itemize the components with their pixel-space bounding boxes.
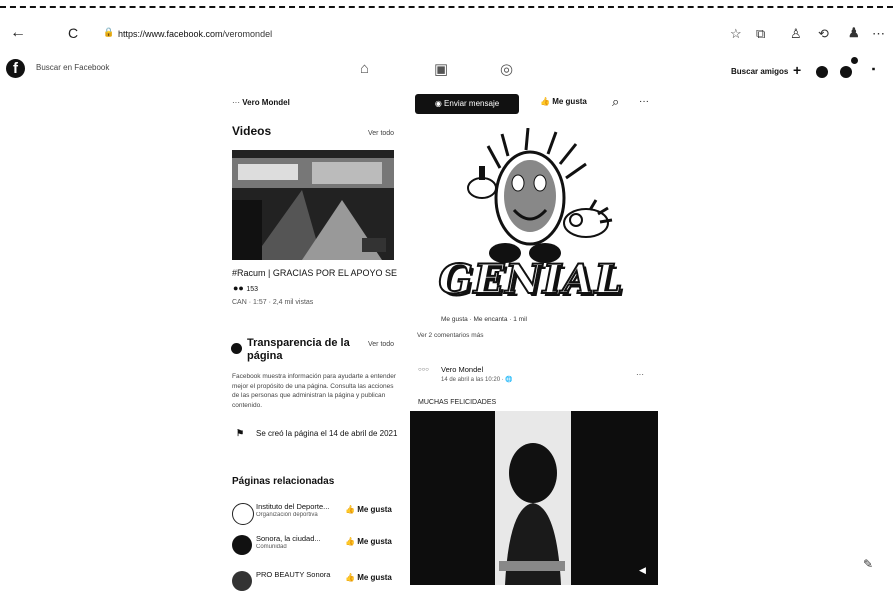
- related-page-like-button[interactable]: 👍 Me gusta: [345, 505, 392, 514]
- post-reactions[interactable]: Me gusta · Me encanta · 1 mil: [441, 316, 527, 323]
- notification-badge: [851, 57, 858, 64]
- related-page-name[interactable]: Sonora, la ciudad...: [256, 534, 344, 543]
- like-icon: 👍: [345, 573, 355, 582]
- extensions-icon[interactable]: ⧉: [756, 26, 765, 42]
- find-friends-button[interactable]: Buscar amigos: [731, 67, 788, 76]
- like-label: Me gusta: [357, 537, 392, 546]
- video-title[interactable]: #Racum | GRACIAS POR EL APOYO SE Q...: [232, 268, 397, 278]
- home-icon[interactable]: ⌂: [360, 60, 369, 77]
- videos-heading: Videos: [232, 124, 272, 138]
- related-page-item[interactable]: PRO BEAUTY Sonora 👍 Me gusta: [232, 570, 397, 596]
- post-author-avatar[interactable]: ○○○: [418, 367, 429, 373]
- videos-see-all-link[interactable]: Ver todo: [368, 130, 394, 137]
- top-border: [0, 6, 893, 8]
- send-message-button[interactable]: ◉ Enviar mensaje: [415, 94, 519, 114]
- like-icon: 👍: [345, 537, 355, 546]
- genial-text: GENIAL: [437, 255, 624, 304]
- video-reactions: ●● 153: [233, 283, 258, 293]
- transparency-text: Facebook muestra información para ayudar…: [232, 373, 397, 409]
- flag-icon: ⚑: [236, 428, 245, 438]
- like-label: Me gusta: [357, 573, 392, 582]
- messenger-icon[interactable]: [816, 66, 828, 78]
- edit-icon[interactable]: ✎: [863, 557, 873, 571]
- transparency-heading: Transparencia de la página: [247, 337, 350, 362]
- photo-panel: [495, 411, 571, 585]
- related-page-name[interactable]: PRO BEAUTY Sonora: [256, 570, 344, 579]
- account-menu-icon[interactable]: ⬝: [872, 63, 875, 76]
- related-page-item[interactable]: Instituto del Deporte... Organización de…: [232, 502, 397, 528]
- reaction-icon: ●●: [233, 283, 244, 293]
- related-page-name[interactable]: Instituto del Deporte...: [256, 502, 344, 511]
- star-icon[interactable]: ☆: [730, 26, 742, 42]
- notifications-icon[interactable]: [840, 66, 852, 78]
- related-page-category: Comunidad: [256, 544, 287, 550]
- lock-icon[interactable]: 🔒: [103, 27, 114, 38]
- like-label: Me gusta: [357, 505, 392, 514]
- send-message-label: Enviar mensaje: [444, 99, 500, 108]
- related-pages-heading: Páginas relacionadas: [232, 476, 335, 487]
- messenger-icon: ◉: [434, 99, 442, 108]
- search-input[interactable]: Buscar en Facebook: [36, 63, 109, 72]
- more-options-button[interactable]: ···: [639, 96, 649, 107]
- history-icon[interactable]: ⟲: [818, 26, 829, 42]
- related-page-avatar: [232, 503, 254, 525]
- page-breadcrumb[interactable]: ··· Vero Mondel: [232, 98, 290, 107]
- post-options-button[interactable]: ···: [636, 370, 644, 379]
- related-page-avatar: [232, 571, 252, 591]
- transparency-icon: [231, 343, 242, 354]
- volume-icon[interactable]: ◀: [639, 565, 646, 576]
- groups-icon[interactable]: ◎: [500, 60, 513, 78]
- back-arrow-icon[interactable]: ←: [10, 24, 26, 42]
- photo-person-image: [495, 411, 571, 585]
- create-button[interactable]: +: [793, 62, 801, 78]
- url-domain: https://www.facebook.com: [118, 29, 223, 39]
- like-icon: 👍: [540, 97, 550, 106]
- address-bar[interactable]: https://www.facebook.com/veromondel: [118, 29, 272, 39]
- watch-icon[interactable]: ▣: [434, 60, 448, 78]
- account-icon[interactable]: ♟: [848, 25, 860, 41]
- video-thumbnail-image: [232, 150, 394, 260]
- like-icon: 👍: [345, 505, 355, 514]
- post-caption: MUCHAS FELICIDADES: [418, 399, 497, 406]
- post-more-comments-link[interactable]: Ver 2 comentarios más: [417, 332, 483, 339]
- profile-icon[interactable]: ♙: [790, 26, 802, 42]
- menu-icon[interactable]: ⋯: [872, 26, 885, 42]
- page-like-button[interactable]: 👍 Me gusta: [540, 97, 587, 106]
- post-photo[interactable]: ◀: [410, 411, 658, 585]
- transparency-see-all-link[interactable]: Ver todo: [368, 341, 394, 348]
- related-page-like-button[interactable]: 👍 Me gusta: [345, 573, 392, 582]
- facebook-logo[interactable]: f: [6, 59, 25, 78]
- reload-icon[interactable]: C: [68, 25, 78, 41]
- video-thumbnail[interactable]: [232, 150, 394, 260]
- related-page-category: Organización deportiva: [256, 512, 318, 518]
- post-author-name[interactable]: Vero Mondel: [441, 365, 483, 374]
- breadcrumb-prefix: ···: [232, 98, 240, 107]
- related-page-like-button[interactable]: 👍 Me gusta: [345, 537, 392, 546]
- video-meta: CAN · 1:57 · 2,4 mil vistas: [232, 299, 314, 306]
- post-timestamp[interactable]: 14 de abril a las 10:20 · 🌐: [441, 376, 513, 383]
- related-page-item[interactable]: Sonora, la ciudad... Comunidad 👍 Me gust…: [232, 534, 397, 560]
- post-image-genial[interactable]: GENIAL: [430, 127, 630, 313]
- page-created-date: Se creó la página el 14 de abril de 2021: [256, 429, 398, 438]
- url-path: /veromondel: [222, 29, 273, 39]
- page-name: Vero Mondel: [242, 98, 290, 107]
- related-page-avatar: [232, 535, 252, 555]
- reaction-count: 153: [246, 286, 259, 293]
- search-icon[interactable]: ⌕: [612, 94, 619, 110]
- page-like-label: Me gusta: [552, 97, 587, 106]
